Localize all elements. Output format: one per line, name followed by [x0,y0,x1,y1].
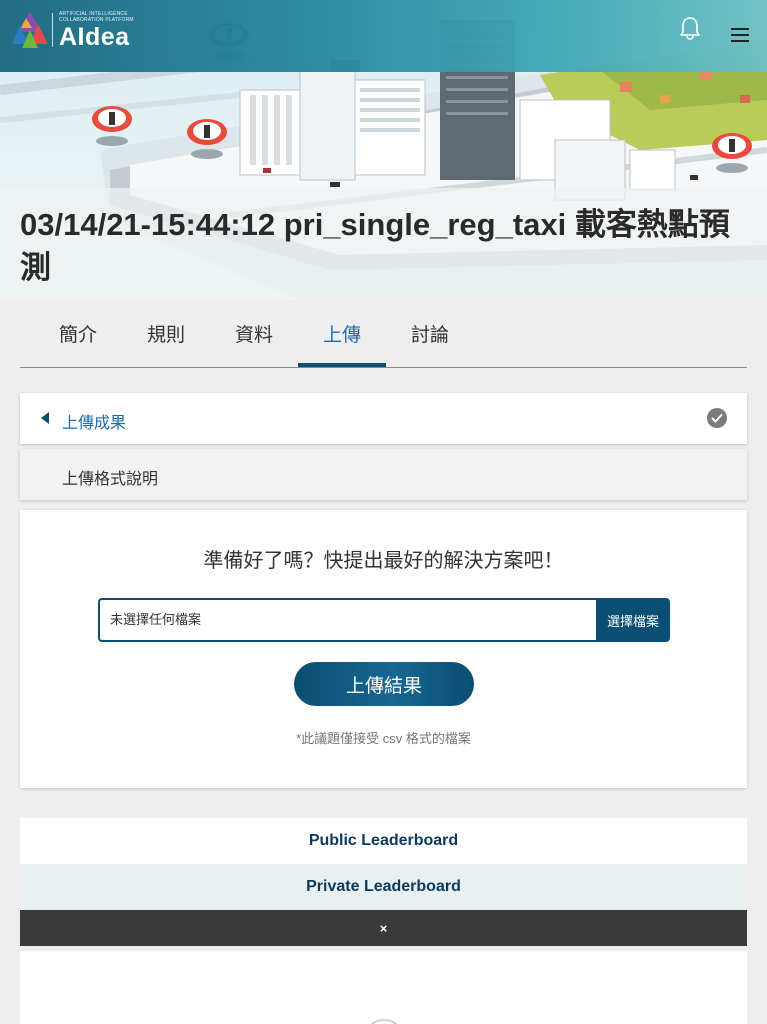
caret-left-icon [41,412,49,424]
format-help-label: 上傳格式說明 [62,471,159,488]
choose-file-button[interactable]: 選擇檔案 [596,598,670,642]
logo-tagline-2: COLLABORATION PLATFORM [59,16,134,23]
hero-banner: ARTIFICIAL INTELLIGENCE COLLABORATION PL… [0,0,767,300]
public-leaderboard-tab[interactable]: Public Leaderboard [20,818,747,864]
tab-data[interactable]: 資料 [210,300,298,367]
logo-mark-icon [12,12,48,48]
upload-results-button[interactable]: 上傳結果 [294,662,474,706]
leaderboard-close-bar[interactable]: × [20,910,747,946]
hamburger-menu-icon[interactable] [729,24,751,44]
upload-heading: 準備好了嗎？快提出最好的解決方案吧！ [203,550,564,572]
check-circle-icon [707,408,727,428]
logo-text: ARTIFICIAL INTELLIGENCE COLLABORATION PL… [59,11,134,50]
tab-bar: 簡介 規則 資料 上傳 討論 [20,300,747,368]
tab-rules[interactable]: 規則 [122,300,210,367]
file-picker: 未選擇任何檔案 選擇檔案 [98,598,670,642]
private-leaderboard-tab[interactable]: Private Leaderboard [20,864,747,910]
tab-discussion[interactable]: 討論 [386,300,474,367]
aidea-logo[interactable]: ARTIFICIAL INTELLIGENCE COLLABORATION PL… [12,10,134,50]
format-help-accordion[interactable]: 上傳格式說明 [20,449,747,500]
logo-name: AIdea [59,22,130,51]
file-name-field[interactable]: 未選擇任何檔案 [98,598,596,642]
upload-results-accordion[interactable]: 上傳成果 [20,393,747,444]
tab-upload[interactable]: 上傳 [298,300,386,367]
bell-icon[interactable] [679,16,701,40]
upload-panel: 準備好了嗎？快提出最好的解決方案吧！ 未選擇任何檔案 選擇檔案 上傳結果 *此議… [20,510,747,788]
logo-divider [52,13,53,47]
file-format-note: *此議題僅接受 csv 格式的檔案 [296,731,471,746]
close-icon: × [379,920,388,936]
page-title: 03/14/21-15:44:12 pri_single_reg_taxi 載客… [20,207,730,285]
upload-results-label: 上傳成果 [62,415,127,432]
leaderboard-content [20,951,747,1024]
tab-intro[interactable]: 簡介 [34,300,122,367]
loading-spinner-icon [363,1019,405,1024]
